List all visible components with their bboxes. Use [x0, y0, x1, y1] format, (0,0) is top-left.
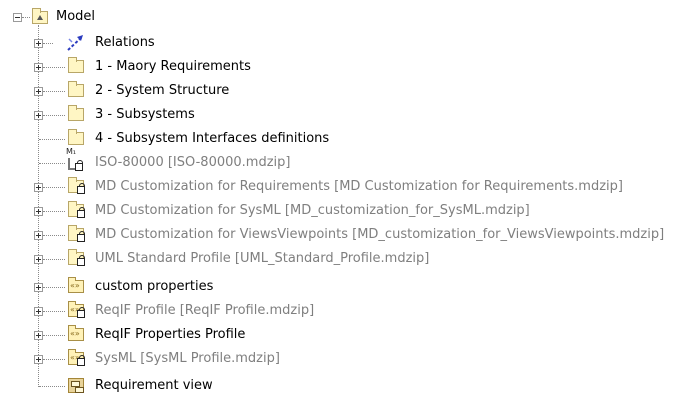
tree-node-label: ReqIF Properties Profile: [95, 327, 246, 342]
tree-node-maory-requirements[interactable]: 1 - Maory Requirements: [0, 55, 700, 79]
tree-node-subsystem-interfaces[interactable]: 4 - Subsystem Interfaces definitions: [0, 127, 700, 151]
model-package-icon: [32, 8, 50, 25]
tree-node-system-structure[interactable]: 2 - System Structure: [0, 79, 700, 103]
tree-node-sysml[interactable]: SysML [SysML Profile.mdzip]: [0, 347, 700, 371]
folder-icon: [68, 81, 86, 98]
locked-folder-icon: [68, 201, 86, 218]
tree-node-label: 2 - System Structure: [95, 83, 230, 98]
tree-node-md-customization-viewsviewpoints[interactable]: MD Customization for ViewsViewpoints [MD…: [0, 223, 700, 247]
measurement-library-icon: M₁: [66, 148, 84, 171]
tree-node-iso-80000[interactable]: M₁ ISO-80000 [ISO-80000.mdzip]: [0, 148, 700, 175]
tree-node-label: 3 - Subsystems: [95, 107, 195, 122]
tree-node-md-customization-sysml[interactable]: MD Customization for SysML [MD_customiza…: [0, 199, 700, 223]
folder-icon: [68, 105, 86, 122]
profile-icon: [68, 325, 86, 342]
tree-node-label: Relations: [95, 35, 155, 50]
tree-node-model[interactable]: Model: [0, 5, 700, 29]
tree-node-custom-properties[interactable]: custom properties: [0, 275, 700, 299]
locked-folder-icon: [68, 177, 86, 194]
expand-toggle[interactable]: [34, 183, 43, 192]
collapse-toggle[interactable]: [13, 13, 22, 22]
tree-node-label: ISO-80000 [ISO-80000.mdzip]: [95, 155, 291, 170]
tree-node-label: ReqIF Profile [ReqIF Profile.mdzip]: [95, 303, 315, 318]
tree-node-label: 1 - Maory Requirements: [95, 59, 251, 74]
expand-toggle[interactable]: [34, 307, 43, 316]
tree-node-label: custom properties: [95, 279, 214, 294]
tree-node-label: MD Customization for Requirements [MD Cu…: [95, 179, 623, 194]
tree-node-label: MD Customization for ViewsViewpoints [MD…: [95, 227, 665, 242]
expand-toggle[interactable]: [34, 207, 43, 216]
tree-node-label: UML Standard Profile [UML_Standard_Profi…: [95, 251, 430, 266]
tree-node-label: Model: [56, 9, 96, 24]
tree-node-label: SysML [SysML Profile.mdzip]: [95, 351, 280, 366]
expand-toggle[interactable]: [34, 283, 43, 292]
locked-profile-icon: [68, 301, 86, 318]
tree-node-label: MD Customization for SysML [MD_customiza…: [95, 203, 530, 218]
tree-node-reqif-properties-profile[interactable]: ReqIF Properties Profile: [0, 323, 700, 347]
tree-node-requirement-view[interactable]: Requirement view: [0, 374, 700, 398]
tree-node-label: 4 - Subsystem Interfaces definitions: [95, 131, 330, 146]
tree-node-subsystems[interactable]: 3 - Subsystems: [0, 103, 700, 127]
folder-icon: [68, 129, 86, 146]
folder-icon: [68, 57, 86, 74]
expand-toggle[interactable]: [34, 255, 43, 264]
locked-folder-icon: [68, 249, 86, 266]
expand-toggle[interactable]: [34, 331, 43, 340]
tree-node-uml-standard-profile[interactable]: UML Standard Profile [UML_Standard_Profi…: [0, 247, 700, 271]
tree-node-label: Requirement view: [95, 378, 213, 393]
relations-icon: [66, 34, 84, 51]
containment-tree: Model Relations 1 - Maory Requirements 2…: [0, 0, 700, 404]
locked-profile-icon: [68, 349, 86, 366]
tree-node-md-customization-requirements[interactable]: MD Customization for Requirements [MD Cu…: [0, 175, 700, 199]
tree-node-reqif-profile[interactable]: ReqIF Profile [ReqIF Profile.mdzip]: [0, 299, 700, 323]
expand-toggle[interactable]: [34, 39, 43, 48]
tree-node-relations[interactable]: Relations: [0, 31, 700, 55]
profile-icon: [68, 277, 86, 294]
view-icon: [68, 377, 86, 393]
expand-toggle[interactable]: [34, 63, 43, 72]
expand-toggle[interactable]: [34, 87, 43, 96]
expand-toggle[interactable]: [34, 111, 43, 120]
locked-folder-icon: [68, 225, 86, 242]
expand-toggle[interactable]: [34, 355, 43, 364]
expand-toggle[interactable]: [34, 231, 43, 240]
